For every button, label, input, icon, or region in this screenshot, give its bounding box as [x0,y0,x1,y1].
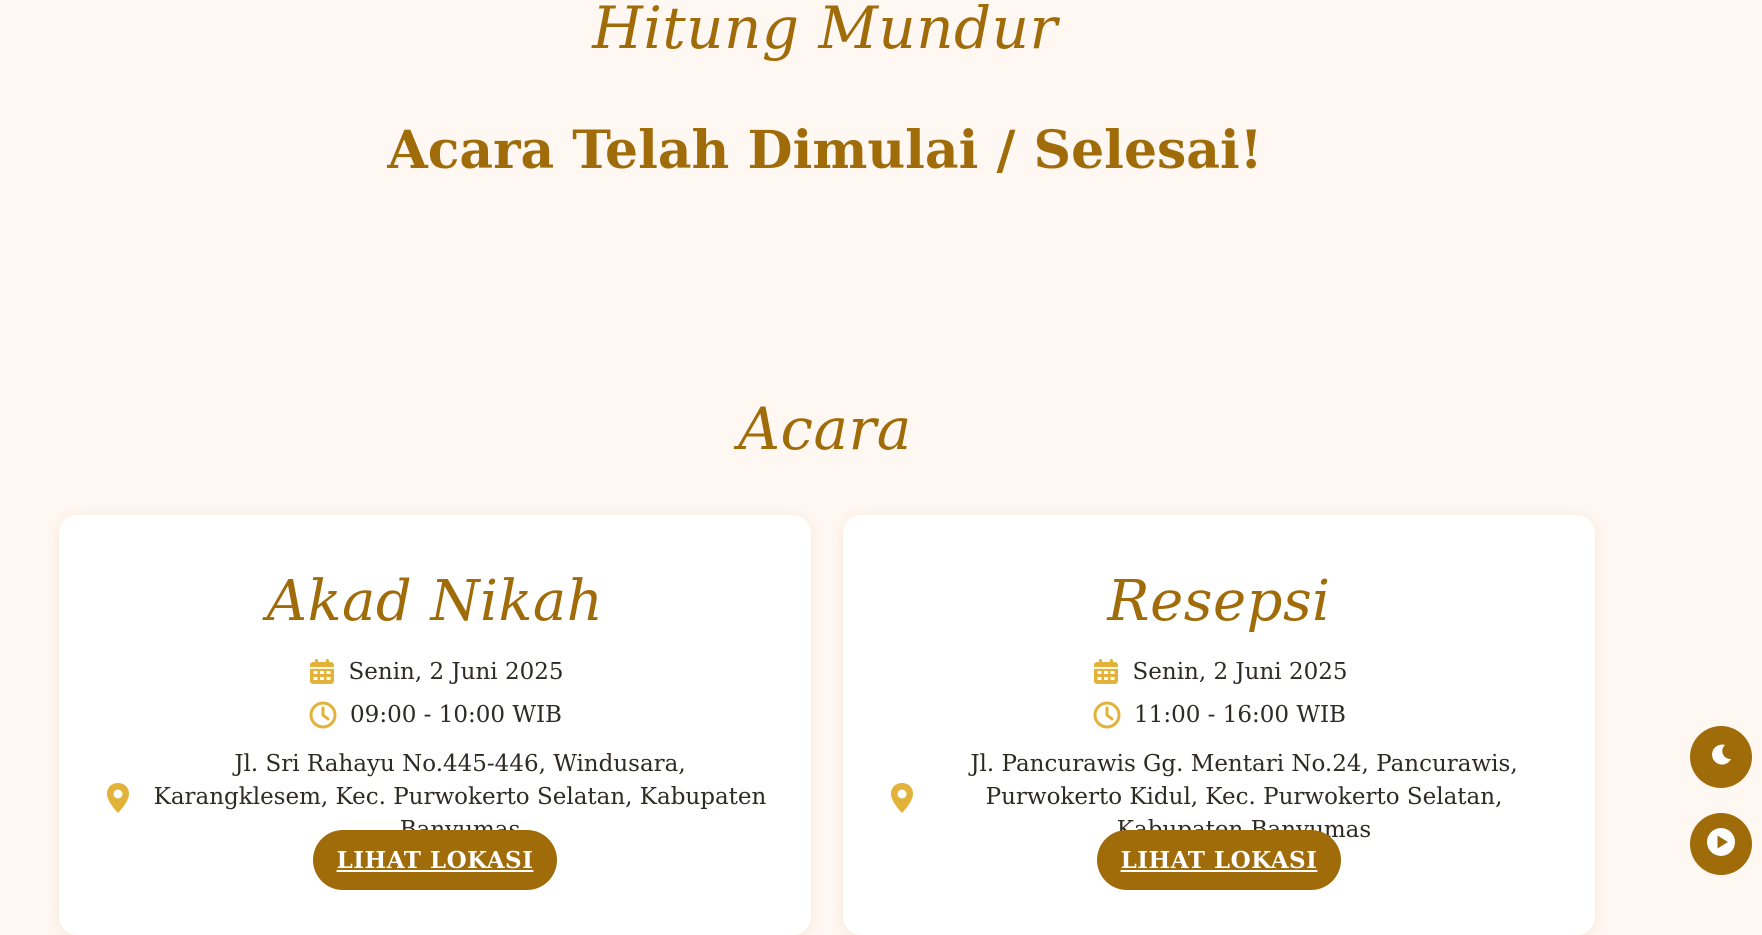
countdown-message: Acara Telah Dimulai / Selesai! [387,120,1263,181]
countdown-title: Hitung Mundur [592,0,1058,62]
event-card-resepsi: Resepsi Senin, 2 Juni 2025 11:00 - 16:00… [843,515,1595,935]
view-location-button[interactable]: LIHAT LOKASI [313,830,557,890]
event-card-title: Akad Nikah [266,569,604,634]
event-date-row: Senin, 2 Juni 2025 [59,657,811,687]
event-time-row: 09:00 - 10:00 WIB [59,700,811,730]
event-time: 09:00 - 10:00 WIB [350,702,562,728]
map-pin-icon [104,781,132,815]
calendar-icon [1091,657,1121,687]
event-date: Senin, 2 Juni 2025 [348,659,564,685]
event-card-title: Resepsi [1107,569,1331,634]
event-time: 11:00 - 16:00 WIB [1134,702,1346,728]
calendar-icon [307,657,337,687]
theme-toggle-button[interactable] [1690,726,1752,788]
event-date: Senin, 2 Juni 2025 [1132,659,1348,685]
moon-icon [1708,742,1734,772]
event-card-akad-nikah: Akad Nikah Senin, 2 Juni 2025 09:00 - 10… [59,515,811,935]
events-title: Acara [738,395,912,463]
map-pin-icon [888,781,916,815]
event-time-row: 11:00 - 16:00 WIB [843,700,1595,730]
view-location-button[interactable]: LIHAT LOKASI [1097,830,1341,890]
play-icon [1705,826,1737,862]
clock-icon [1092,700,1122,730]
clock-icon [308,700,338,730]
music-play-button[interactable] [1690,813,1752,875]
event-date-row: Senin, 2 Juni 2025 [843,657,1595,687]
